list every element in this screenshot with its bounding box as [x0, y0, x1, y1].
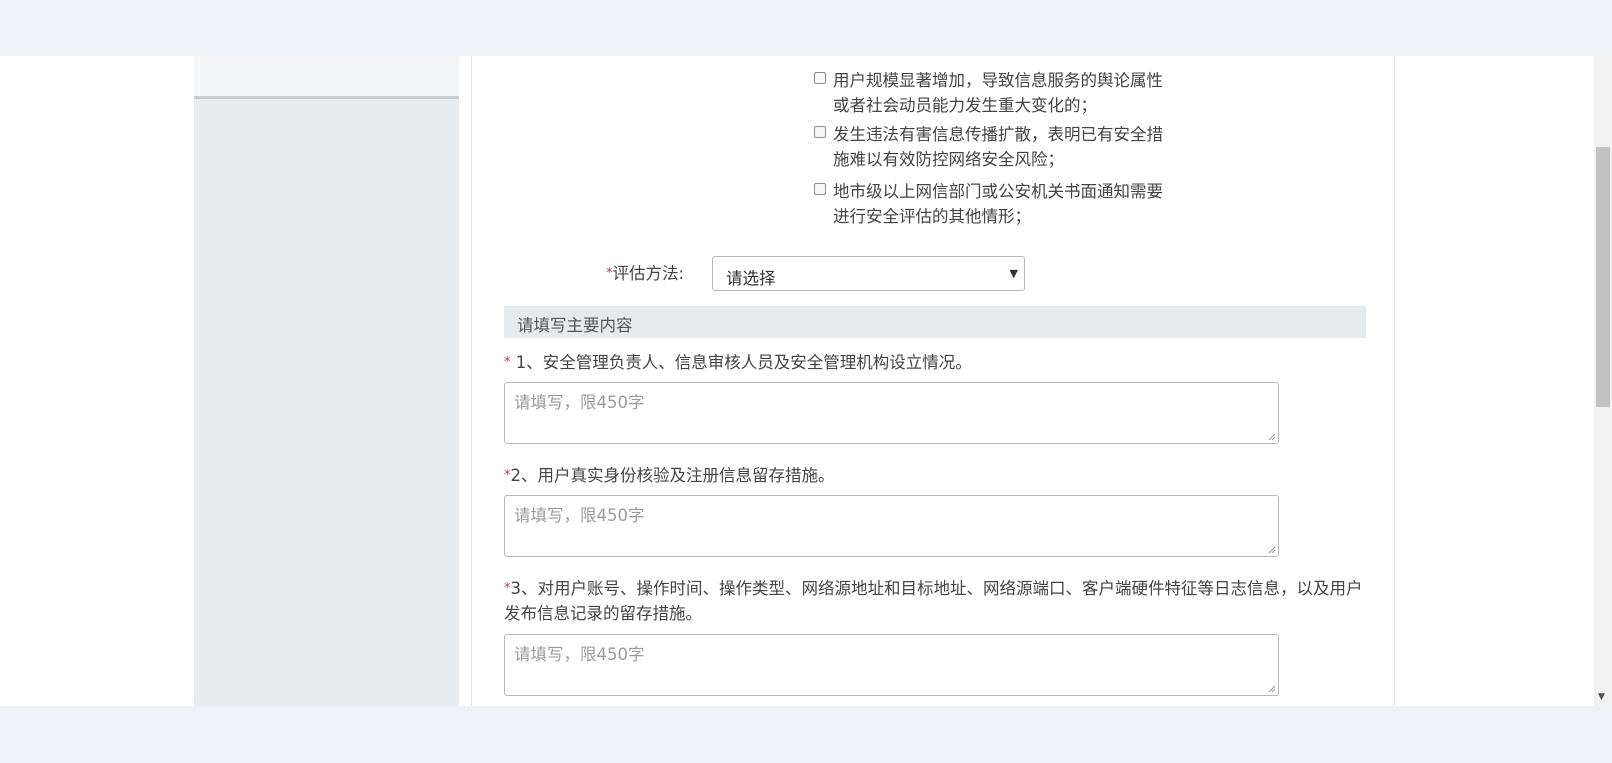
checkbox[interactable]: [814, 72, 826, 84]
question-text: 1、安全管理负责人、信息审核人员及安全管理机构设立情况。: [510, 353, 972, 372]
vertical-scrollbar[interactable]: ▼: [1594, 56, 1612, 706]
assessment-method-label: *评估方法:: [606, 260, 684, 284]
page-viewport: ’ 用户规模显著增加，导致信息服务的舆论属性或者社会动员能力发生重大变化的； 发…: [0, 56, 1612, 706]
scrollbar-thumb[interactable]: [1596, 147, 1610, 407]
question-1-label: * 1、安全管理负责人、信息审核人员及安全管理机构设立情况。: [504, 350, 1366, 375]
form-content: ’ 用户规模显著增加，导致信息服务的舆论属性或者社会动员能力发生重大变化的； 发…: [471, 56, 1395, 706]
checkbox-label: 用户规模显著增加，导致信息服务的舆论属性或者社会动员能力发生重大变化的；: [833, 71, 1163, 115]
resize-handle-icon[interactable]: [1268, 685, 1276, 693]
textarea-placeholder: 请填写，限450字: [514, 645, 645, 664]
question-2-textarea[interactable]: 请填写，限450字: [504, 495, 1279, 557]
checkbox-label: 发生违法有害信息传播扩散，表明已有安全措施难以有效防控网络安全风险；: [833, 125, 1163, 169]
caret-down-icon: ▼: [1009, 267, 1018, 280]
section-header: 请填写主要内容: [504, 306, 1366, 338]
checkbox-label: 地市级以上网信部门或公安机关书面通知需要进行安全评估的其他情形；: [833, 182, 1163, 226]
question-2-label: *2、用户真实身份核验及注册信息留存措施。: [504, 463, 1366, 488]
scroll-down-arrow-icon[interactable]: ▼: [1598, 692, 1605, 702]
clipped-text-fragment: ’: [930, 56, 935, 59]
checkbox-option-official-notice[interactable]: 地市级以上网信部门或公安机关书面通知需要进行安全评估的其他情形；: [814, 179, 1174, 229]
checkbox[interactable]: [814, 126, 826, 138]
sidebar-header: [194, 56, 459, 99]
textarea-placeholder: 请填写，限450字: [514, 393, 645, 412]
assessment-method-select[interactable]: 请选择 ▼: [712, 256, 1025, 291]
top-bar: [0, 0, 1612, 56]
checkbox-option-user-scale[interactable]: 用户规模显著增加，导致信息服务的舆论属性或者社会动员能力发生重大变化的；: [814, 68, 1174, 118]
bottom-bar: [0, 706, 1612, 763]
question-3-textarea[interactable]: 请填写，限450字: [504, 634, 1279, 696]
question-text: 2、用户真实身份核验及注册信息留存措施。: [510, 466, 835, 485]
assessment-method-text: 评估方法:: [612, 264, 685, 283]
checkbox[interactable]: [814, 183, 826, 195]
select-value: 请选择: [726, 269, 776, 288]
sidebar: [194, 56, 459, 706]
question-3-label: *3、对用户账号、操作时间、操作类型、网络源地址和目标地址、网络源端口、客户端硬…: [504, 576, 1366, 626]
question-text: 3、对用户账号、操作时间、操作类型、网络源地址和目标地址、网络源端口、客户端硬件…: [504, 579, 1363, 623]
resize-handle-icon[interactable]: [1268, 433, 1276, 441]
resize-handle-icon[interactable]: [1268, 546, 1276, 554]
section-title: 请填写主要内容: [517, 316, 633, 335]
checkbox-option-harmful-info[interactable]: 发生违法有害信息传播扩散，表明已有安全措施难以有效防控网络安全风险；: [814, 122, 1174, 172]
question-1-textarea[interactable]: 请填写，限450字: [504, 382, 1279, 444]
textarea-placeholder: 请填写，限450字: [514, 506, 645, 525]
